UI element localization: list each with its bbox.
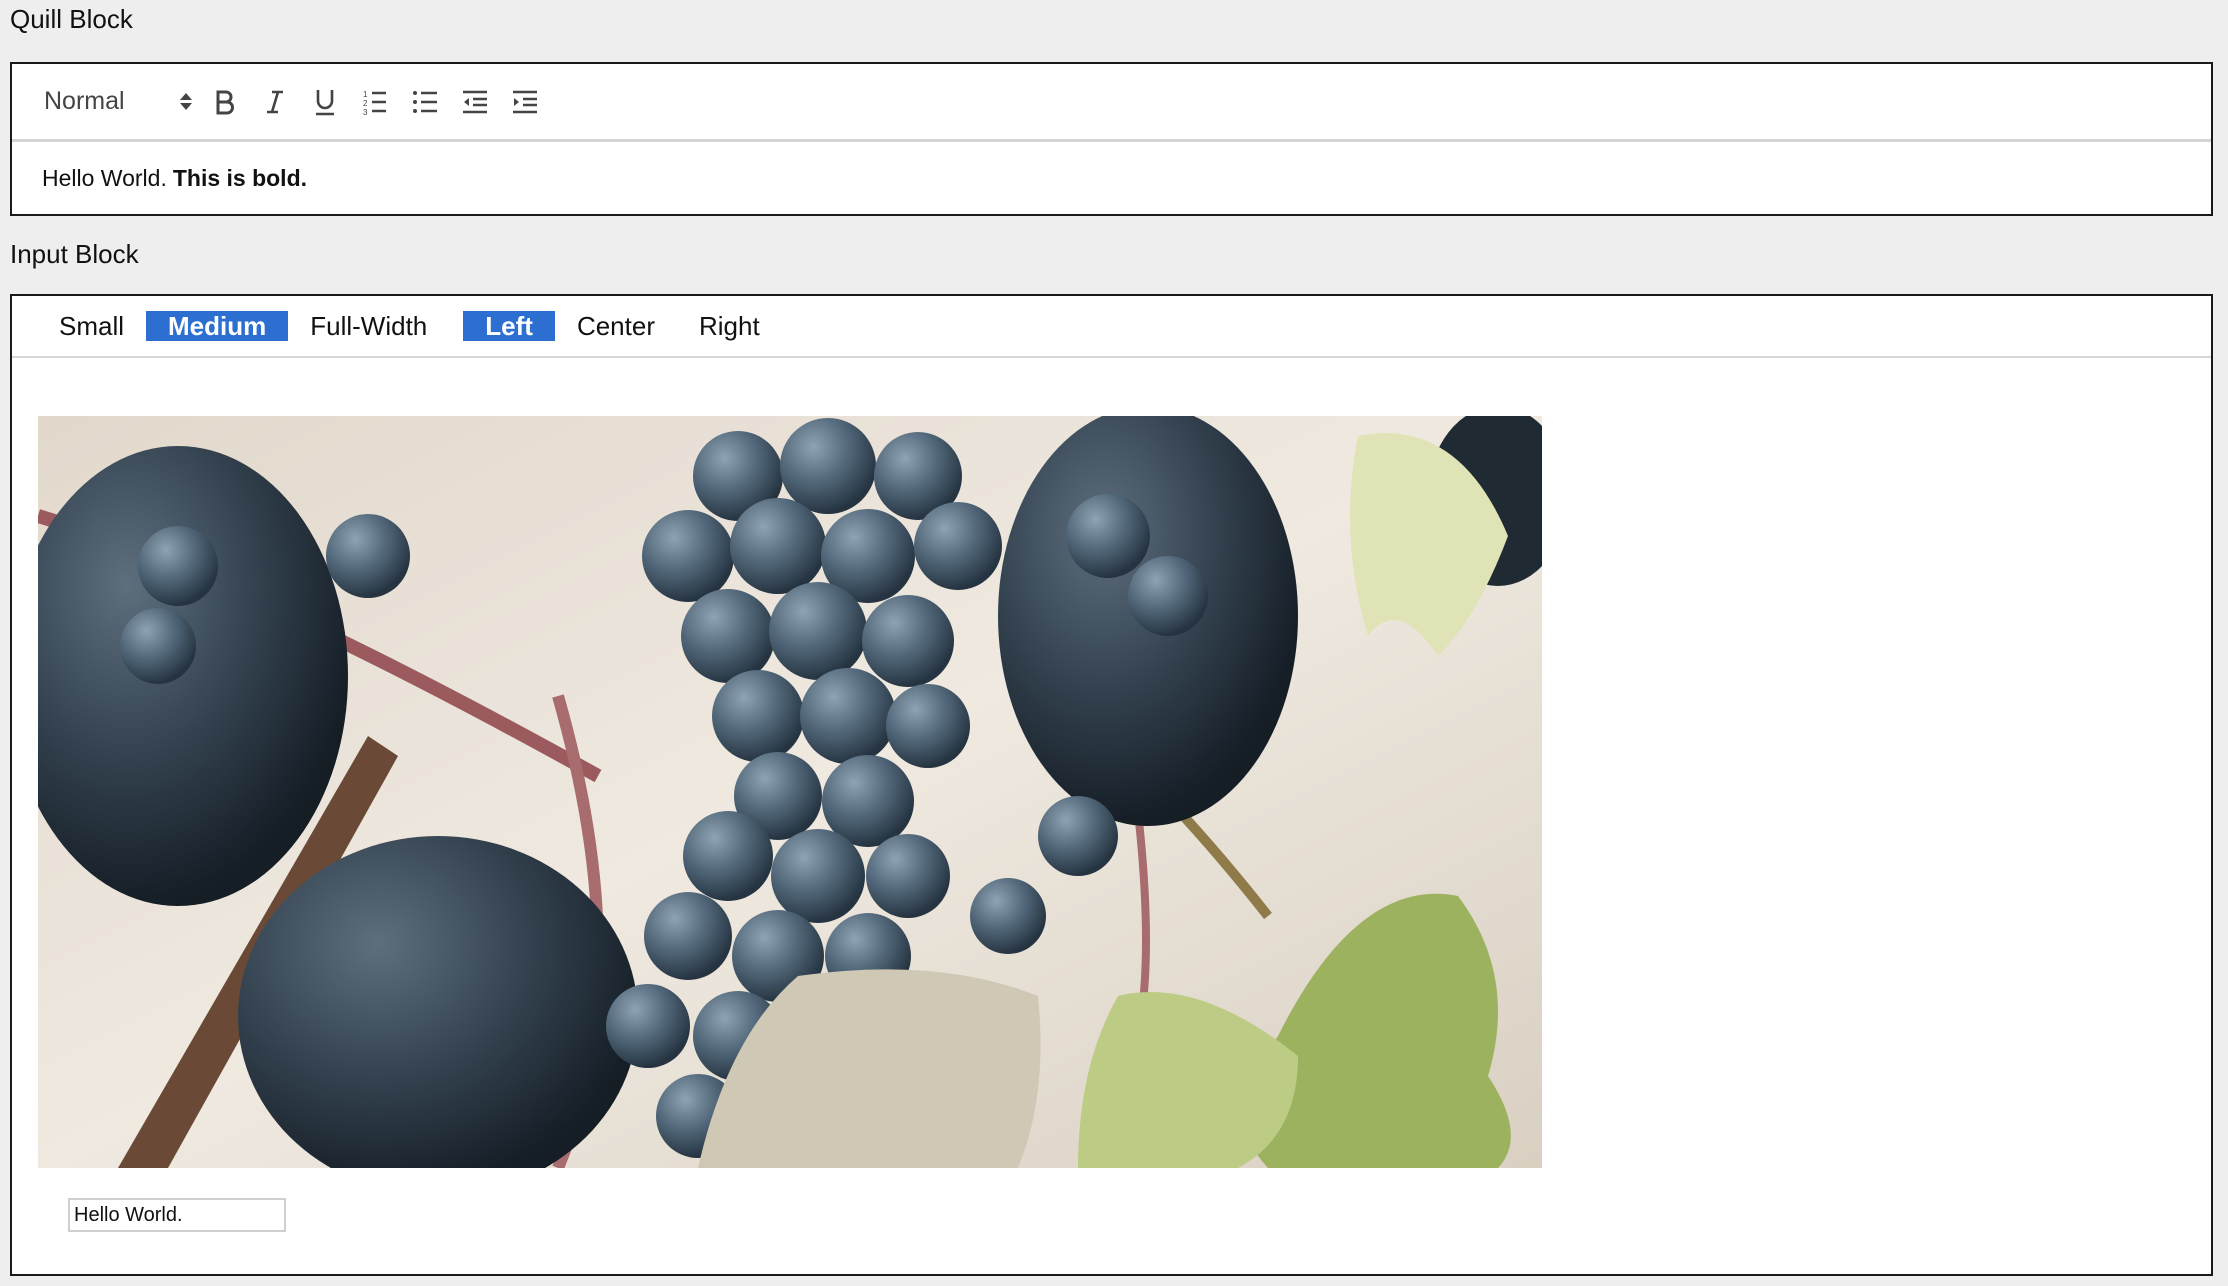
editor-text-normal: Hello World. (42, 164, 167, 191)
quill-block-label: Quill Block (10, 4, 133, 34)
header-format-value: Normal (44, 87, 125, 115)
editor-text-bold: This is bold. (172, 164, 308, 191)
align-center-button[interactable]: Center (555, 311, 677, 341)
svg-text:3: 3 (363, 108, 368, 115)
ordered-list-icon: 123 (363, 90, 386, 115)
indent-icon (513, 90, 537, 113)
quill-editor-content[interactable]: Hello World. This is bold. (12, 142, 2211, 214)
input-block-label: Input Block (10, 239, 139, 269)
italic-button[interactable] (250, 82, 300, 122)
svg-text:2: 2 (363, 99, 368, 108)
bold-icon (216, 90, 234, 114)
grapes-image[interactable] (38, 416, 1542, 1168)
size-small-button[interactable]: Small (37, 311, 146, 341)
bullet-list-icon (413, 90, 437, 113)
size-medium-button[interactable]: Medium (146, 311, 289, 341)
align-right-button[interactable]: Right (677, 311, 782, 341)
underline-icon (316, 89, 334, 115)
bullet-list-button[interactable] (400, 82, 450, 122)
size-full-width-button[interactable]: Full-Width (288, 311, 449, 341)
outdent-icon (463, 90, 487, 113)
align-left-button[interactable]: Left (463, 311, 555, 341)
quill-toolbar: Normal 123 (12, 64, 2211, 142)
svg-text:1: 1 (363, 90, 368, 99)
image-toolbar: Small Medium Full-Width Left Center Righ… (12, 296, 2211, 358)
italic-icon (267, 90, 283, 113)
quill-editor-container: Normal 123 Hello World. This is bold. (10, 62, 2213, 216)
bold-button[interactable] (200, 82, 250, 122)
outdent-button[interactable] (450, 82, 500, 122)
grapes-illustration (38, 416, 1542, 1168)
indent-button[interactable] (500, 82, 550, 122)
image-caption-input[interactable] (68, 1198, 286, 1232)
select-arrows-icon (180, 93, 192, 110)
ordered-list-button[interactable]: 123 (350, 82, 400, 122)
underline-button[interactable] (300, 82, 350, 122)
input-block-container: Small Medium Full-Width Left Center Righ… (10, 294, 2213, 1276)
header-format-select[interactable]: Normal (44, 87, 192, 116)
